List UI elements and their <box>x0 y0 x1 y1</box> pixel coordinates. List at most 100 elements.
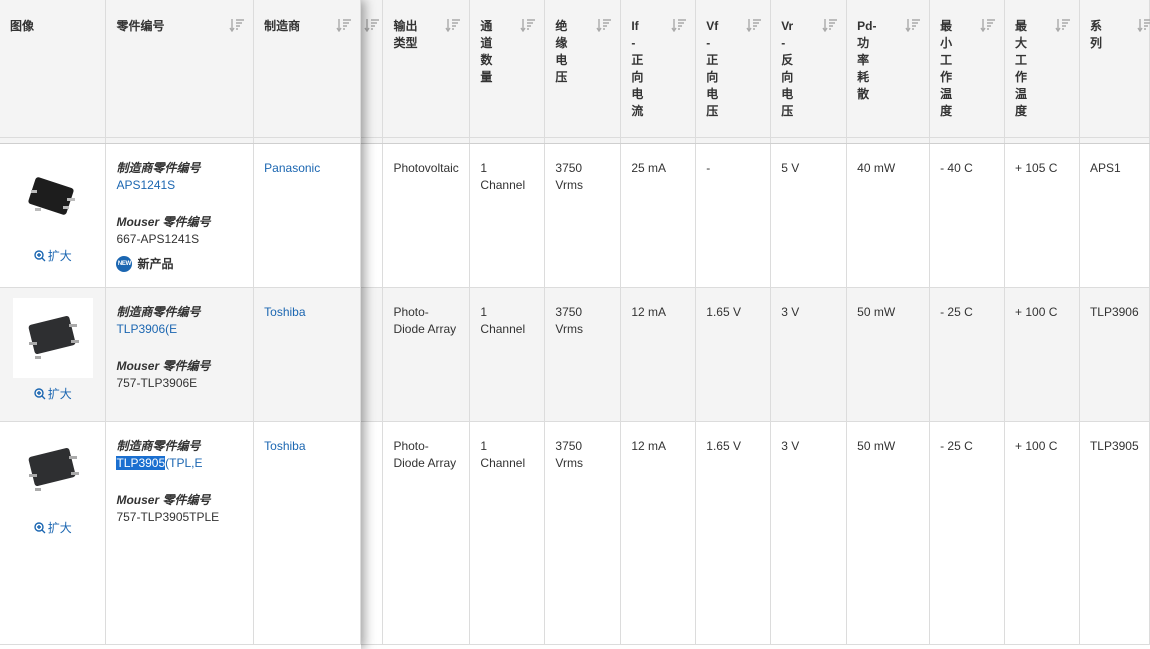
part-number-cell: 制造商零件编号 APS1241S Mouser 零件编号 667-APS1241… <box>105 143 255 288</box>
channels-cell: 1 Channel <box>469 143 546 288</box>
sort-icon[interactable] <box>746 18 762 32</box>
output-type-cell: Photovoltaic <box>382 143 471 288</box>
sort-icon[interactable] <box>671 18 687 32</box>
enlarge-label: 扩大 <box>47 386 72 401</box>
if-cell: 12 mA <box>620 287 697 422</box>
if-cell: 12 mA <box>620 421 697 645</box>
series-cell: TLP3905 <box>1079 421 1150 645</box>
enlarge-link[interactable]: 扩大 <box>34 386 72 403</box>
vr-cell: 5 V <box>770 143 848 288</box>
sort-icon[interactable] <box>520 18 536 32</box>
header-max-temp[interactable]: 最 大 工 作 温 度 <box>1004 0 1080 138</box>
header-series[interactable]: 系 列 <box>1079 0 1150 138</box>
zoom-in-icon <box>34 388 46 400</box>
output-type-cell: Photo- Diode Array <box>382 421 471 645</box>
sort-icon[interactable] <box>822 18 838 32</box>
product-image[interactable] <box>13 432 93 512</box>
mfr-part-label: 制造商零件编号 <box>116 438 201 453</box>
manufacturer-cell: Panasonic <box>253 143 361 288</box>
part-number-cell: 制造商零件编号 TLP3906(E Mouser 零件编号 757-TLP390… <box>105 287 255 422</box>
vr-cell: 3 V <box>770 421 848 645</box>
chip-icon <box>28 176 75 215</box>
manufacturer-cell: Toshiba <box>253 287 361 422</box>
sort-icon[interactable] <box>980 18 996 32</box>
header-vr[interactable]: Vr - 反 向 电 压 <box>770 0 848 138</box>
isolation-voltage-cell: 3750 Vrms <box>544 287 622 422</box>
channels-cell: 1 Channel <box>469 287 546 422</box>
header-part-no[interactable]: 零件编号 <box>105 0 255 138</box>
part-number-cell: 制造商零件编号 TLP3905(TPL,E Mouser 零件编号 757-TL… <box>105 421 255 645</box>
product-image-cell: 扩大 <box>0 287 107 422</box>
table-row: 扩大 制造商零件编号 TLP3905(TPL,E Mouser 零件编号 757… <box>0 421 361 645</box>
enlarge-label: 扩大 <box>47 248 72 263</box>
zoom-in-icon <box>34 522 46 534</box>
new-product-label: 新产品 <box>137 256 174 271</box>
vf-cell: 1.65 V <box>695 287 772 422</box>
mouser-part-label: Mouser 零件编号 <box>116 492 211 507</box>
mouser-part-value: 757-TLP3905TPLE <box>116 509 220 524</box>
manufacturer-link[interactable]: Panasonic <box>264 161 320 175</box>
header-isolation-voltage[interactable]: 绝 缘 电 压 <box>544 0 622 138</box>
mouser-part-label: Mouser 零件编号 <box>116 358 211 373</box>
zoom-in-icon <box>34 250 46 262</box>
table-row: Photo- Diode Array 1 Channel 3750 Vrms 1… <box>361 287 1150 422</box>
pd-cell: 50 mW <box>846 287 931 422</box>
if-cell: 25 mA <box>620 143 697 288</box>
header-part-no-label: 零件编号 <box>116 19 165 33</box>
frozen-columns-pane: 图像 零件编号 制造商 扩大 制造商零件编号 APS1241S Mouser 零… <box>0 0 361 649</box>
sort-icon[interactable] <box>596 18 612 32</box>
table-row: Photovoltaic 1 Channel 3750 Vrms 25 mA -… <box>361 143 1150 288</box>
manufacturer-link[interactable]: Toshiba <box>264 305 305 319</box>
manufacturer-cell: Toshiba <box>253 421 361 645</box>
vf-cell: 1.65 V <box>695 421 772 645</box>
sort-icon[interactable] <box>336 18 352 32</box>
max-temp-cell: + 100 C <box>1004 421 1080 645</box>
enlarge-link[interactable]: 扩大 <box>34 520 72 537</box>
scrollable-columns-pane[interactable]: 输出 类型 通 道 数 量 绝 缘 电 压 If - 正 向 电 流 Vf - … <box>361 0 1150 649</box>
max-temp-cell: + 105 C <box>1004 143 1080 288</box>
sort-icon[interactable] <box>364 18 380 32</box>
product-image[interactable] <box>13 160 93 240</box>
channels-cell: 1 Channel <box>469 421 546 645</box>
sort-icon[interactable] <box>1137 18 1150 32</box>
table-row: Photo- Diode Array 1 Channel 3750 Vrms 1… <box>361 421 1150 645</box>
sort-icon[interactable] <box>445 18 461 32</box>
mfr-part-link[interactable]: TLP3905(TPL,E <box>116 455 203 470</box>
min-temp-cell: - 25 C <box>929 287 1005 422</box>
product-image[interactable] <box>12 297 93 378</box>
header-channels[interactable]: 通 道 数 量 <box>469 0 546 138</box>
series-cell: TLP3906 <box>1079 287 1150 422</box>
parts-table-view: 图像 零件编号 制造商 扩大 制造商零件编号 APS1241S Mouser 零… <box>0 0 1150 649</box>
table-row: 扩大 制造商零件编号 TLP3906(E Mouser 零件编号 757-TLP… <box>0 287 361 422</box>
chip-icon <box>28 315 79 359</box>
isolation-voltage-cell: 3750 Vrms <box>544 143 622 288</box>
table-row: 扩大 制造商零件编号 APS1241S Mouser 零件编号 667-APS1… <box>0 143 361 288</box>
enlarge-link[interactable]: 扩大 <box>34 248 72 265</box>
mouser-part-value: 667-APS1241S <box>116 231 200 246</box>
mouser-part-label: Mouser 零件编号 <box>116 214 211 229</box>
header-manufacturer[interactable]: 制造商 <box>253 0 361 138</box>
sort-icon[interactable] <box>229 18 245 32</box>
header-pd[interactable]: Pd- 功 率 耗 散 <box>846 0 931 138</box>
mfr-part-link[interactable]: APS1241S <box>116 178 175 192</box>
header-vf[interactable]: Vf - 正 向 电 压 <box>695 0 772 138</box>
min-temp-cell: - 40 C <box>929 143 1005 288</box>
manufacturer-link[interactable]: Toshiba <box>264 439 305 453</box>
mfr-part-label: 制造商零件编号 <box>116 160 201 175</box>
selected-text: TLP3905 <box>116 455 166 470</box>
pd-cell: 50 mW <box>846 421 931 645</box>
new-icon: NEW <box>116 256 133 272</box>
header-image: 图像 <box>0 0 107 138</box>
header-if[interactable]: If - 正 向 电 流 <box>620 0 697 138</box>
sort-icon[interactable] <box>905 18 921 32</box>
series-cell: APS1 <box>1079 143 1150 288</box>
header-min-temp[interactable]: 最 小 工 作 温 度 <box>929 0 1005 138</box>
header-output-type[interactable]: 输出 类型 <box>382 0 471 138</box>
product-image-cell: 扩大 <box>0 421 107 645</box>
pd-cell: 40 mW <box>846 143 931 288</box>
mfr-part-label: 制造商零件编号 <box>116 304 201 319</box>
mfr-part-link[interactable]: TLP3906(E <box>116 322 177 336</box>
sort-icon[interactable] <box>1055 18 1071 32</box>
output-type-cell: Photo- Diode Array <box>382 287 471 422</box>
mfr-part-rest: (TPL,E <box>165 455 203 470</box>
